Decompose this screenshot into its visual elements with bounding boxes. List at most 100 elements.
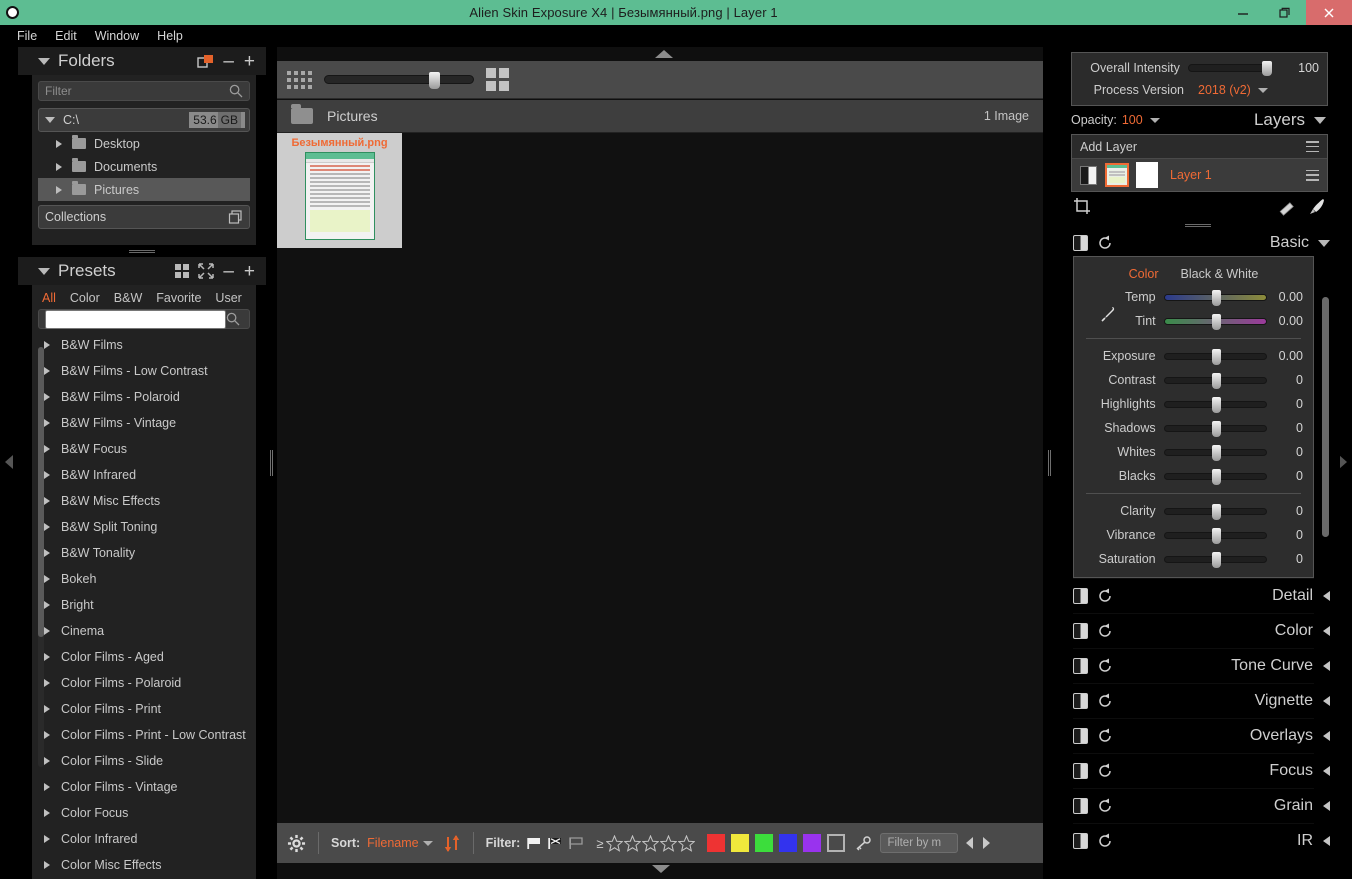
preset-list-item[interactable]: Bokeh (38, 566, 250, 592)
chevron-right-icon[interactable] (44, 393, 50, 401)
preset-list-item[interactable]: B&W Films - Low Contrast (38, 358, 250, 384)
color-label-green[interactable] (755, 834, 774, 852)
preset-list-item[interactable]: Color Films - Print (38, 696, 250, 722)
chevron-right-icon[interactable] (44, 757, 50, 765)
slider-value[interactable]: 0 (1267, 552, 1313, 566)
preset-list-item[interactable]: Color Infrared (38, 826, 250, 852)
chevron-right-icon[interactable] (44, 627, 50, 635)
layer-row[interactable]: Layer 1 (1072, 159, 1327, 191)
chevron-right-icon[interactable] (56, 139, 62, 148)
section-enable-icon[interactable] (1073, 728, 1088, 744)
reset-icon[interactable] (1097, 763, 1113, 779)
thumbnail-grid[interactable]: Безымянный.png (277, 133, 1043, 823)
color-label-none[interactable] (827, 834, 846, 852)
slider-track[interactable] (1163, 444, 1268, 461)
grid-view-icon[interactable] (174, 263, 190, 279)
chevron-right-icon[interactable] (44, 783, 50, 791)
menu-item-edit[interactable]: Edit (46, 27, 86, 45)
chevron-right-icon[interactable] (44, 705, 50, 713)
chevron-right-icon[interactable] (44, 549, 50, 557)
slider-track[interactable] (1163, 420, 1268, 437)
thumbnail-size-slider-handle[interactable] (429, 72, 440, 89)
preset-search-box[interactable] (38, 309, 250, 329)
reset-icon[interactable] (1097, 833, 1113, 849)
presets-panel-header[interactable]: Presets – + (18, 257, 266, 285)
chevron-down-icon[interactable] (38, 57, 50, 65)
slider-handle[interactable] (1211, 289, 1221, 306)
folder-filter-input[interactable] (45, 84, 229, 98)
color-label-blue[interactable] (779, 834, 798, 852)
reset-icon[interactable] (1097, 658, 1113, 674)
chevron-down-icon[interactable] (38, 267, 50, 275)
reset-icon[interactable] (1097, 798, 1113, 814)
slider-value[interactable]: 0 (1267, 421, 1313, 435)
layer-mask-thumbnail[interactable] (1136, 162, 1158, 188)
slider-value[interactable]: 0 (1267, 373, 1313, 387)
flag-unflagged-icon[interactable] (569, 836, 584, 850)
close-button[interactable] (1306, 0, 1352, 25)
drive-row-c[interactable]: C:\ 53.6 GB (38, 108, 250, 132)
slider-handle[interactable] (1211, 420, 1221, 437)
preset-list-item[interactable]: B&W Films (38, 332, 250, 358)
preset-list-item[interactable]: Color Misc Effects (38, 852, 250, 872)
slider-value[interactable]: 0.00 (1267, 290, 1313, 304)
filter-prev-button[interactable] (962, 833, 978, 853)
preset-list-item[interactable]: Cinema (38, 618, 250, 644)
color-label-purple[interactable] (803, 834, 822, 852)
preset-list-item[interactable]: Bright (38, 592, 250, 618)
layer-thumbnail[interactable] (1105, 163, 1129, 187)
overall-intensity-slider[interactable] (1187, 61, 1272, 76)
chevron-right-icon[interactable] (44, 809, 50, 817)
section-enable-icon[interactable] (1073, 798, 1088, 814)
section-header-overlays[interactable]: Overlays (1055, 719, 1340, 753)
presets-tab-user[interactable]: User (215, 291, 241, 305)
overall-intensity-handle[interactable] (1261, 61, 1272, 76)
preset-list-item[interactable]: B&W Films - Polaroid (38, 384, 250, 410)
section-enable-icon[interactable] (1073, 658, 1088, 674)
preset-list-item[interactable]: Color Films - Vintage (38, 774, 250, 800)
chevron-left-icon[interactable] (1323, 836, 1330, 846)
preset-list-item[interactable]: B&W Misc Effects (38, 488, 250, 514)
preset-list-item[interactable]: B&W Split Toning (38, 514, 250, 540)
slider-value[interactable]: 0 (1267, 504, 1313, 518)
section-header-focus[interactable]: Focus (1055, 754, 1340, 788)
collapse-all-folders-button[interactable]: – (218, 52, 239, 71)
slider-handle[interactable] (1211, 444, 1221, 461)
chevron-right-icon[interactable] (56, 162, 62, 171)
reset-icon[interactable] (1097, 588, 1113, 604)
chevron-right-icon[interactable] (44, 835, 50, 843)
slider-handle[interactable] (1211, 396, 1221, 413)
keyword-icon[interactable] (855, 835, 872, 851)
metadata-filter-box[interactable] (880, 833, 959, 853)
chevron-right-icon[interactable] (44, 471, 50, 479)
color-label-red[interactable] (707, 834, 726, 852)
chevron-down-icon[interactable] (45, 117, 55, 123)
chevron-down-icon[interactable] (1318, 239, 1330, 247)
expand-view-icon[interactable] (198, 263, 215, 279)
slider-track[interactable] (1163, 313, 1268, 330)
menu-item-file[interactable]: File (8, 27, 46, 45)
section-enable-icon[interactable] (1073, 588, 1088, 604)
gear-icon[interactable] (287, 834, 306, 853)
preset-list-item[interactable]: Color Films - Slide (38, 748, 250, 774)
chevron-left-icon[interactable] (1323, 591, 1330, 601)
chevron-left-icon[interactable] (1323, 731, 1330, 741)
slider-track[interactable] (1163, 348, 1268, 365)
collapse-bottom-arrow[interactable] (652, 865, 670, 873)
collections-row[interactable]: Collections (38, 205, 250, 229)
slider-handle[interactable] (1211, 527, 1221, 544)
slider-handle[interactable] (1211, 551, 1221, 568)
basic-section-header[interactable]: Basic (1055, 230, 1340, 256)
preset-list-item[interactable]: Color Films - Aged (38, 644, 250, 670)
presets-scrollbar-thumb[interactable] (38, 347, 44, 637)
slider-track[interactable] (1163, 396, 1268, 413)
add-layer-row[interactable]: Add Layer (1072, 135, 1327, 159)
preset-list-item[interactable]: B&W Tonality (38, 540, 250, 566)
slider-track[interactable] (1163, 372, 1268, 389)
preset-list[interactable]: B&W Films B&W Films - Low Contrast B&W Fil… (38, 332, 250, 872)
chevron-left-icon[interactable] (1323, 661, 1330, 671)
section-enable-icon[interactable] (1073, 833, 1088, 849)
chevron-right-icon[interactable] (44, 367, 50, 375)
opacity-value[interactable]: 100 (1122, 113, 1143, 127)
process-version-value[interactable]: 2018 (v2) (1198, 83, 1251, 97)
